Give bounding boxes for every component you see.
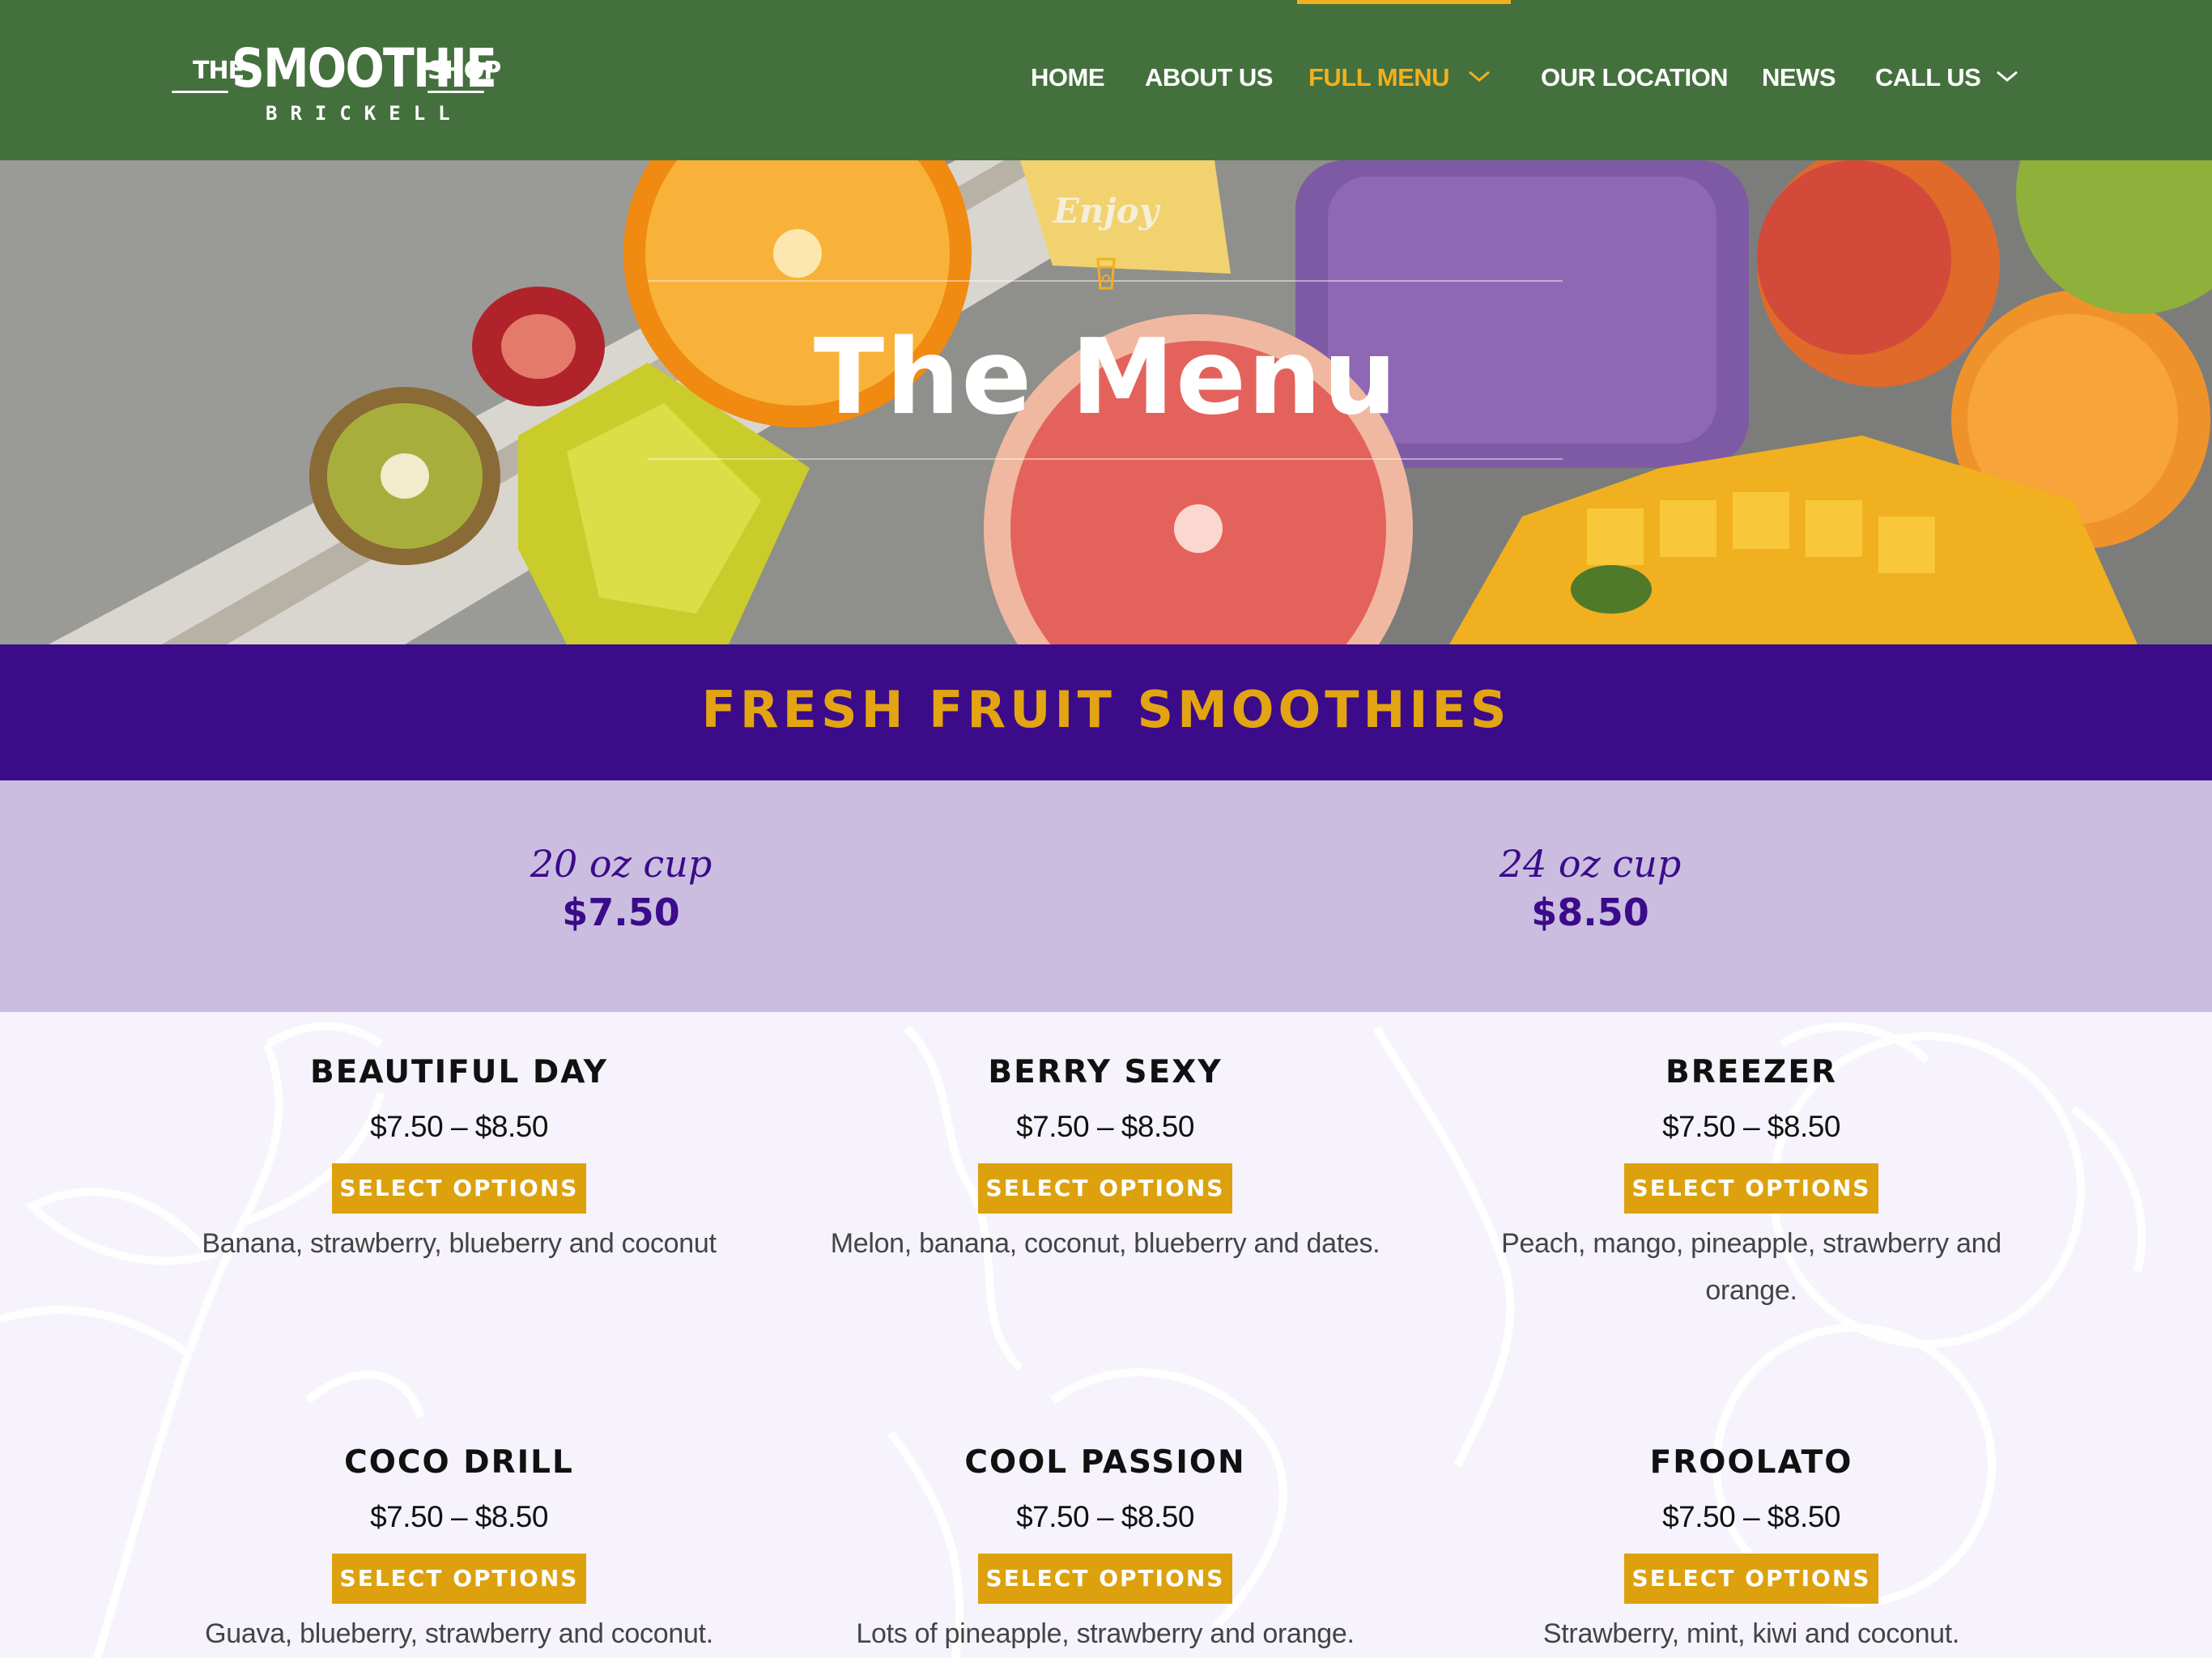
product-card: BREEZER $7.50 – $8.50 SELECT OPTIONS Pea…	[1436, 1054, 2067, 1314]
select-options-button[interactable]: SELECT OPTIONS	[332, 1163, 586, 1214]
product-name[interactable]: BERRY SEXY	[789, 1054, 1421, 1090]
active-nav-indicator	[1297, 0, 1511, 4]
product-name[interactable]: COCO DRILL	[143, 1444, 775, 1481]
hero-divider-bottom	[648, 458, 1563, 460]
nav-news[interactable]: NEWS	[1762, 63, 1836, 92]
nav-about-us[interactable]: ABOUT US	[1145, 63, 1273, 92]
product-description: Guava, blueberry, strawberry and coconut…	[205, 1618, 713, 1649]
hero-kicker: Enjoy	[1053, 191, 1159, 231]
nav-home[interactable]: HOME	[1031, 63, 1105, 92]
product-card: BERRY SEXY $7.50 – $8.50 SELECT OPTIONS …	[789, 1054, 1421, 1267]
product-price: $7.50 – $8.50	[1016, 1500, 1194, 1533]
nav-full-menu[interactable]: FULL MENU	[1308, 63, 1450, 92]
section-title: FRESH FRUIT SMOOTHIES	[701, 680, 1511, 739]
select-options-button[interactable]: SELECT OPTIONS	[332, 1554, 586, 1604]
product-card: BEAUTIFUL DAY $7.50 – $8.50 SELECT OPTIO…	[143, 1054, 775, 1267]
product-price: $7.50 – $8.50	[1016, 1110, 1194, 1143]
logo-swoosh-left	[172, 91, 228, 93]
product-grid: BEAUTIFUL DAY $7.50 – $8.50 SELECT OPTIO…	[0, 1012, 2212, 1658]
product-price: $7.50 – $8.50	[1662, 1110, 1840, 1143]
nav-call-us[interactable]: CALL US	[1875, 63, 1981, 92]
product-description: Peach, mango, pineapple, strawberry and …	[1501, 1228, 2001, 1306]
product-name[interactable]: BREEZER	[1436, 1054, 2067, 1090]
product-price: $7.50 – $8.50	[1662, 1500, 1840, 1533]
product-card: COOL PASSION $7.50 – $8.50 SELECT OPTION…	[789, 1444, 1421, 1657]
size-price: $7.50	[562, 891, 680, 934]
size-label: 20 oz cup	[530, 842, 713, 886]
product-price: $7.50 – $8.50	[370, 1110, 548, 1143]
product-card: FROOLATO $7.50 – $8.50 SELECT OPTIONS St…	[1436, 1444, 2067, 1657]
site-logo[interactable]: THE SMOOTHIE SHOP BRICKELL	[172, 36, 501, 130]
chevron-down-icon[interactable]	[1995, 68, 2019, 84]
logo-shop-text: SHOP	[428, 57, 501, 85]
product-name[interactable]: FROOLATO	[1436, 1444, 2067, 1481]
chevron-down-icon[interactable]	[1467, 68, 1491, 84]
site-header: THE SMOOTHIE SHOP BRICKELL HOME ABOUT US…	[0, 0, 2212, 160]
select-options-button[interactable]: SELECT OPTIONS	[1624, 1554, 1878, 1604]
section-header: FRESH FRUIT SMOOTHIES	[0, 644, 2212, 780]
smoothie-cup-icon	[1095, 256, 1117, 291]
size-label: 24 oz cup	[1499, 842, 1682, 886]
product-description: Banana, strawberry, blueberry and coconu…	[202, 1228, 717, 1259]
logo-subtitle: BRICKELL	[266, 102, 463, 125]
size-option: 24 oz cup $8.50	[1347, 842, 1833, 934]
product-price: $7.50 – $8.50	[370, 1500, 548, 1533]
page-title: The Menu	[813, 317, 1399, 438]
product-card: COCO DRILL $7.50 – $8.50 SELECT OPTIONS …	[143, 1444, 775, 1657]
select-options-button[interactable]: SELECT OPTIONS	[1624, 1163, 1878, 1214]
product-description: Strawberry, mint, kiwi and coconut.	[1542, 1618, 1960, 1649]
select-options-button[interactable]: SELECT OPTIONS	[978, 1554, 1232, 1604]
hero-banner: Enjoy The Menu	[0, 160, 2212, 644]
nav-our-location[interactable]: OUR LOCATION	[1541, 63, 1729, 92]
size-pricing: 20 oz cup $7.50 24 oz cup $8.50	[0, 780, 2212, 1012]
product-name[interactable]: COOL PASSION	[789, 1444, 1421, 1481]
size-price: $8.50	[1531, 891, 1649, 934]
product-description: Melon, banana, coconut, blueberry and da…	[830, 1228, 1380, 1259]
product-name[interactable]: BEAUTIFUL DAY	[143, 1054, 775, 1090]
select-options-button[interactable]: SELECT OPTIONS	[978, 1163, 1232, 1214]
product-description: Lots of pineapple, strawberry and orange…	[856, 1618, 1355, 1649]
size-option: 20 oz cup $7.50	[378, 842, 864, 934]
